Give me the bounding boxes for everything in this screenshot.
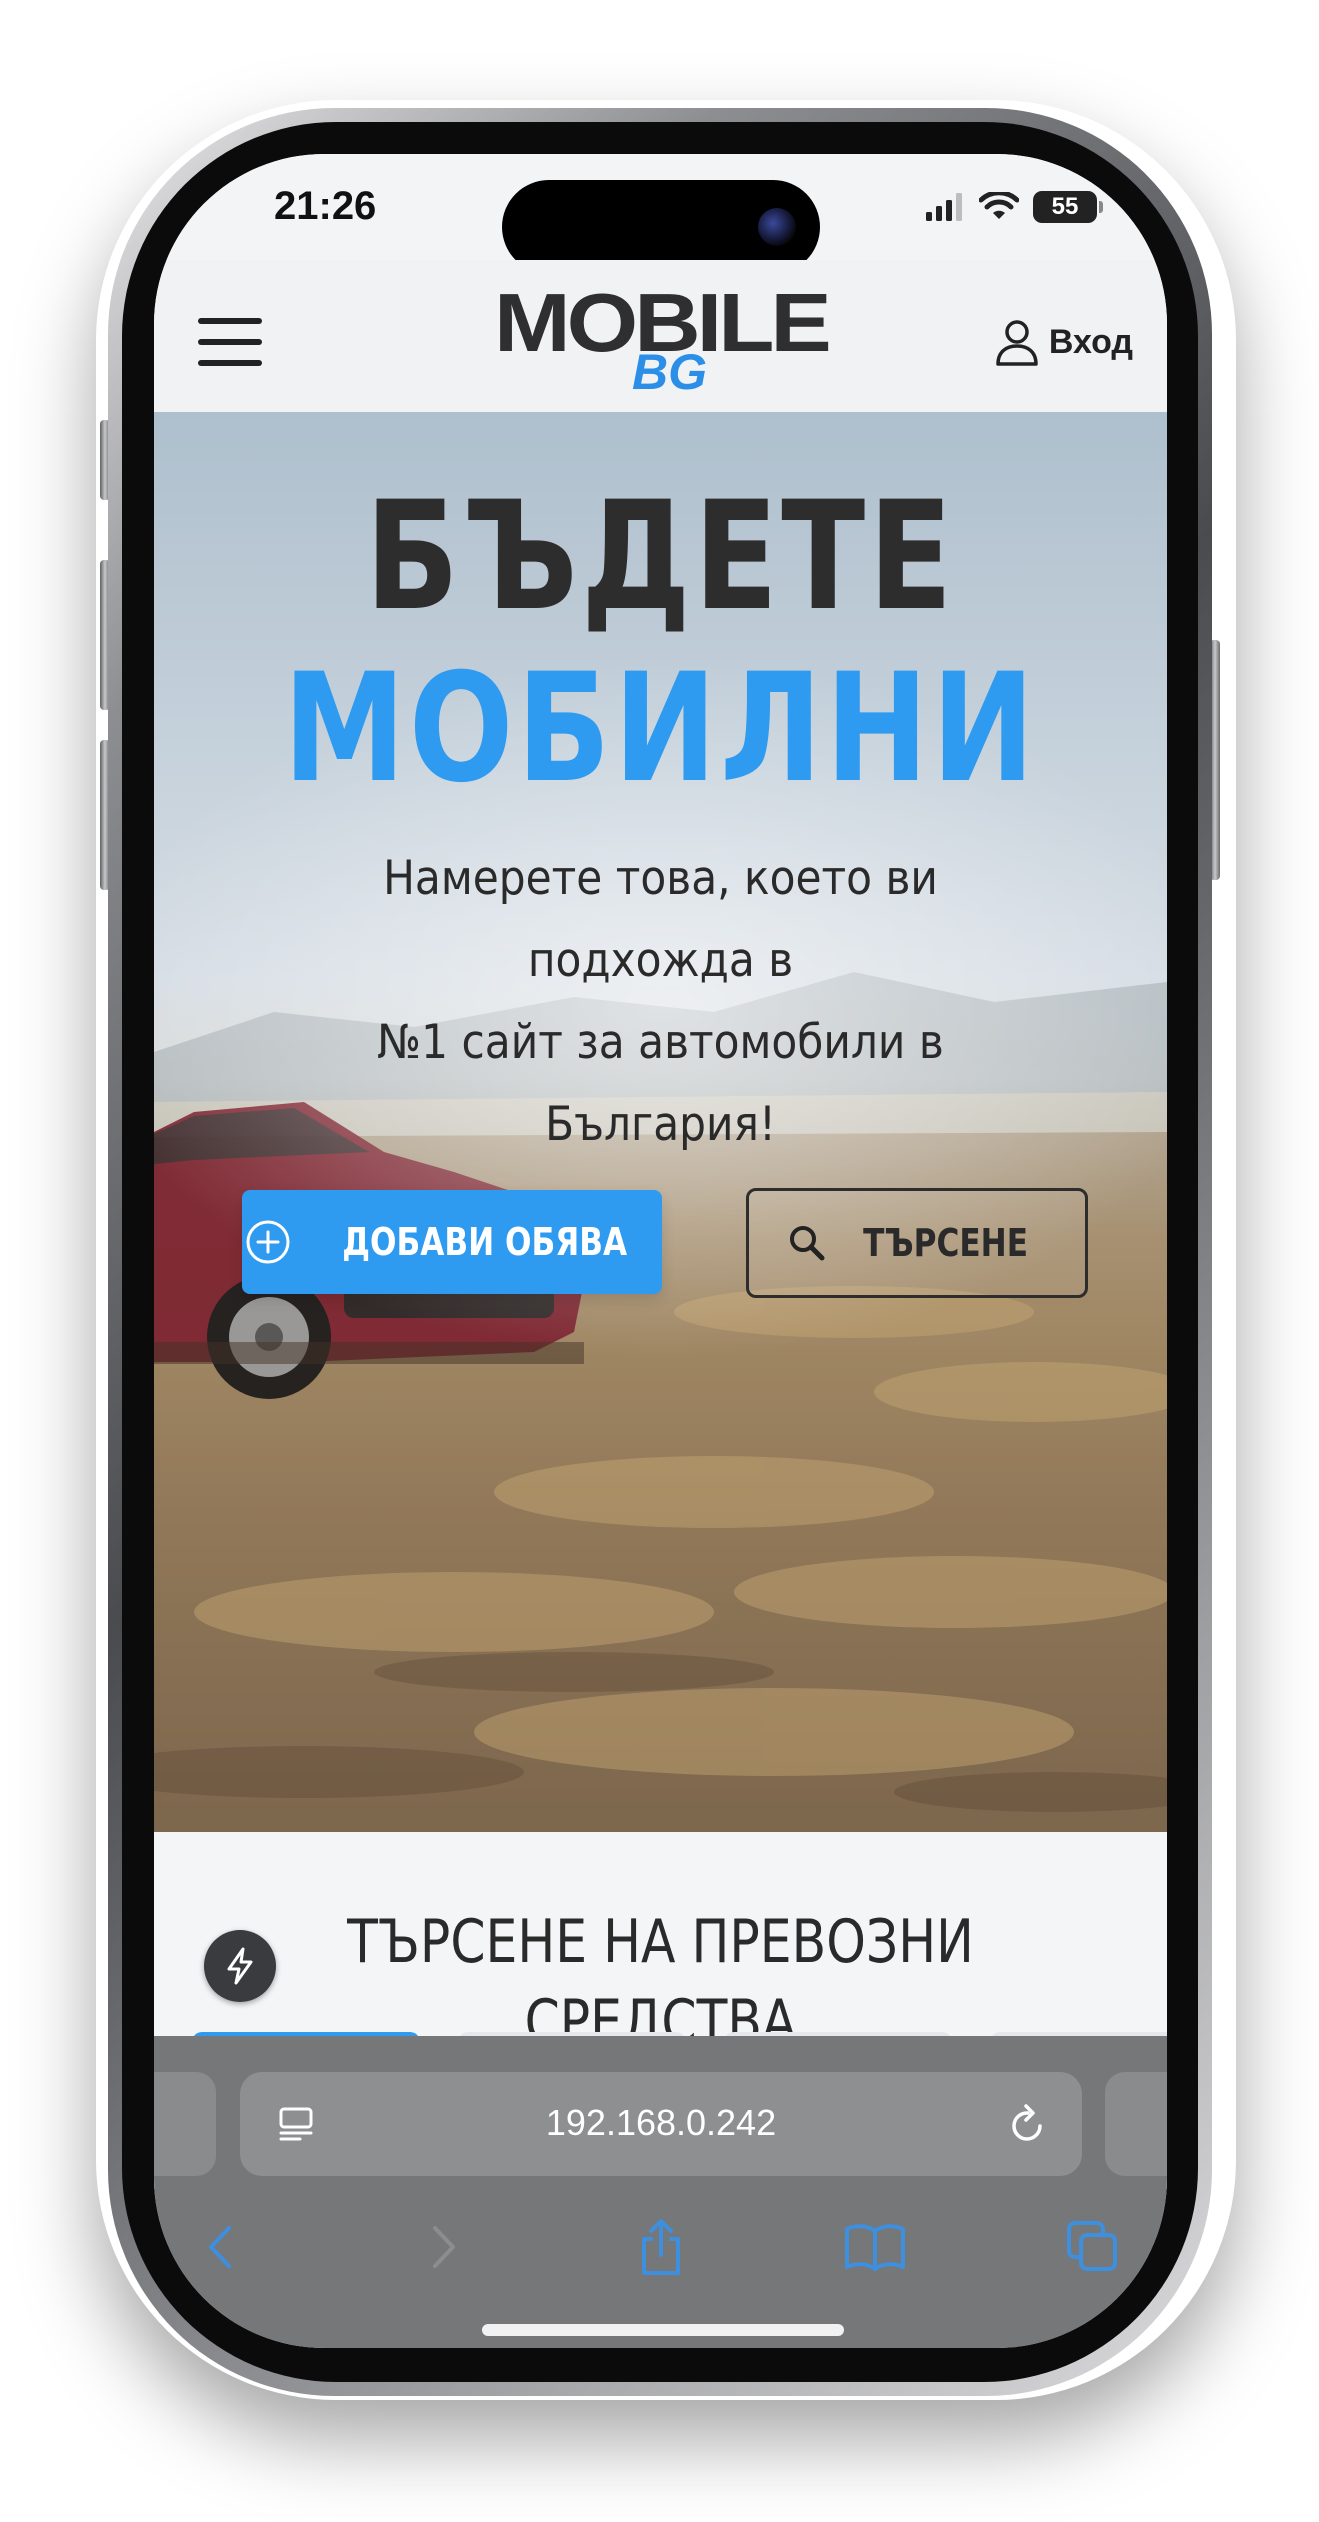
- search-icon: [790, 1226, 825, 1261]
- reload-icon[interactable]: [1008, 2102, 1048, 2146]
- status-bar: 21:26 55: [154, 154, 1167, 274]
- share-icon[interactable]: [620, 2206, 702, 2288]
- bolt-icon[interactable]: [204, 1930, 276, 2002]
- wifi-icon: [979, 192, 1019, 219]
- plus-circle-icon: [246, 1220, 290, 1264]
- site-header: MOBILE BG Вход: [154, 260, 1167, 413]
- login-button[interactable]: Вход: [995, 312, 1133, 372]
- battery-level: 55: [1051, 193, 1079, 220]
- cellular-signal-icon: [926, 193, 962, 221]
- browser-toolbar: [154, 2206, 1167, 2288]
- phone-screen: 21:26 55 MOBILE BG Вход БЪДЕТЕ МОБИЛНИ Н…: [154, 154, 1167, 2348]
- status-icons: 55: [925, 190, 1103, 224]
- status-time: 21:26: [274, 184, 377, 228]
- front-camera-icon: [758, 208, 796, 246]
- user-icon: [996, 320, 1038, 366]
- login-label: Вход: [1048, 322, 1133, 361]
- hero-subtitle-line2: №1 сайт за автомобили в България!: [377, 1015, 944, 1152]
- search-button[interactable]: ТЪРСЕНЕ: [746, 1188, 1088, 1298]
- hero-title-line2: МОБИЛНИ: [283, 642, 1038, 816]
- browser-bar: 192.168.0.242: [154, 2036, 1167, 2348]
- hero-subtitle-line1: Намерете това, което ви подхожда в: [383, 851, 938, 988]
- tabs-icon[interactable]: [1052, 2206, 1134, 2288]
- back-icon[interactable]: [180, 2206, 262, 2288]
- bookmarks-icon[interactable]: [834, 2206, 916, 2288]
- logo-sub-text: BG: [632, 344, 707, 400]
- forward-icon[interactable]: [402, 2206, 484, 2288]
- add-listing-label: ДОБАВИ ОБЯВА: [342, 1220, 628, 1264]
- hero-title-line1: БЪДЕТЕ: [365, 470, 956, 644]
- address-bar[interactable]: 192.168.0.242: [240, 2072, 1082, 2176]
- address-url: 192.168.0.242: [545, 2102, 777, 2143]
- menu-icon[interactable]: [198, 318, 262, 366]
- battery-icon: 55: [1033, 191, 1103, 223]
- logo[interactable]: MOBILE BG: [494, 278, 844, 400]
- search-label: ТЪРСЕНЕ: [863, 1221, 1029, 1265]
- home-indicator[interactable]: [482, 2324, 844, 2336]
- previous-tab-preview[interactable]: [154, 2072, 216, 2176]
- next-tab-preview[interactable]: [1105, 2072, 1167, 2176]
- add-listing-button[interactable]: ДОБАВИ ОБЯВА: [242, 1190, 662, 1294]
- hero-section: БЪДЕТЕ МОБИЛНИ Намерете това, което ви п…: [154, 412, 1167, 1832]
- hero-subtitle: Намерете това, което ви подхожда в №1 са…: [268, 838, 1054, 1166]
